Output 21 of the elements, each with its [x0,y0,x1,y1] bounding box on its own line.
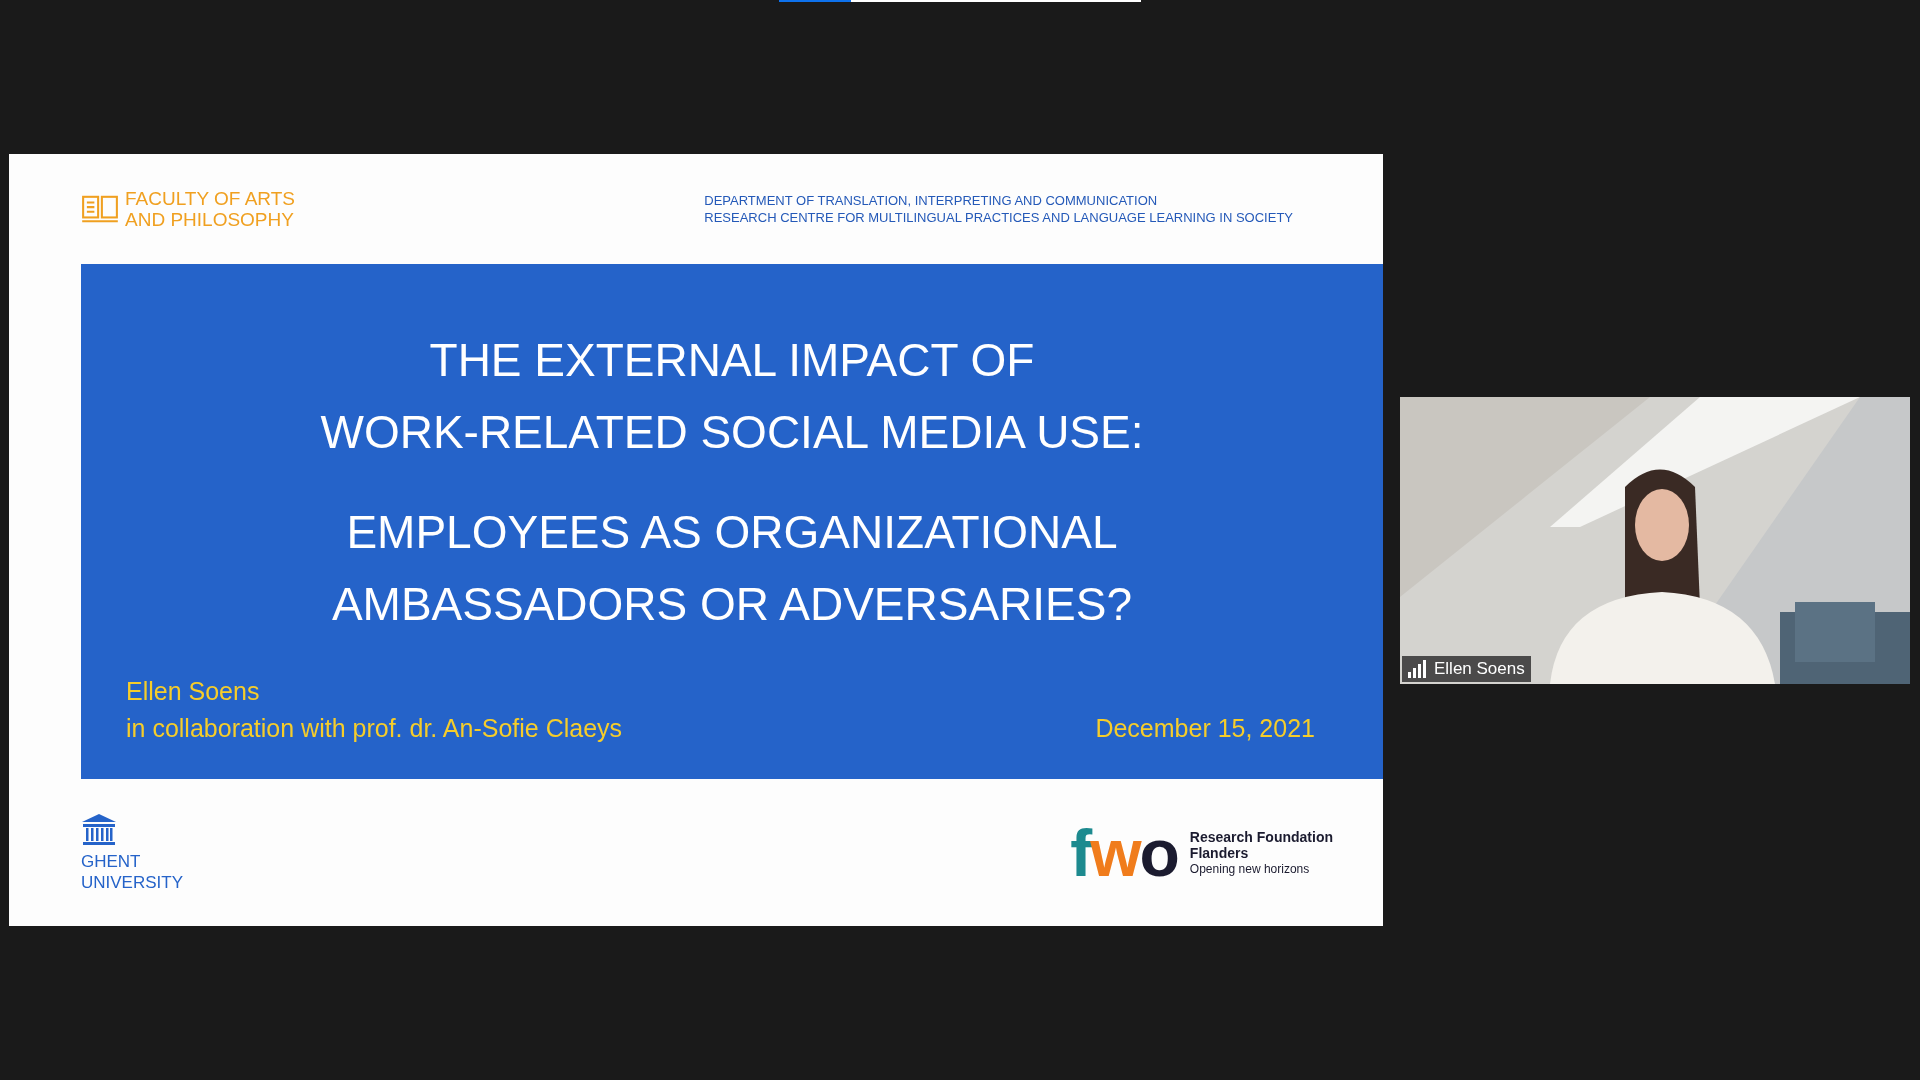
slide-title: WORK-RELATED SOCIAL MEDIA USE: [320,405,1144,460]
funder-name: Research Foundation [1189,828,1333,845]
university-name: GHENT [81,850,142,872]
author-name: Ellen Soens [126,676,261,707]
funder-tagline: Opening new horizons [1189,860,1311,877]
faculty-name: FACULTY OF ARTS [125,188,295,209]
participant-name: Ellen Soens [1434,658,1525,679]
signal-icon [1408,659,1428,678]
department-name: DEPARTMENT OF TRANSLATION, INTERPRETING AND COMMUNICATION [704,192,1158,209]
collaboration-note: in collaboration with prof. dr. An-Sofie Claeys [126,713,623,744]
building-icon [81,812,117,847]
funder-name: Flanders [1189,844,1250,861]
slide-title: THE EXTERNAL IMPACT OF [429,333,1035,388]
slide-subtitle: AMBASSADORS OR ADVERSARIES? [331,577,1133,632]
funder-logo: fwo [1070,819,1178,886]
presentation-date: December 15, 2021 [1095,713,1315,744]
university-name: UNIVERSITY [81,871,184,893]
book-icon [81,194,119,224]
slide-subtitle: EMPLOYEES AS ORGANIZATIONAL [346,505,1118,560]
department-name: RESEARCH CENTRE FOR MULTILINGUAL PRACTICES AND LANGUAGE LEARNING IN SOCIETY [704,209,1293,226]
faculty-name: AND PHILOSOPHY [125,209,295,230]
